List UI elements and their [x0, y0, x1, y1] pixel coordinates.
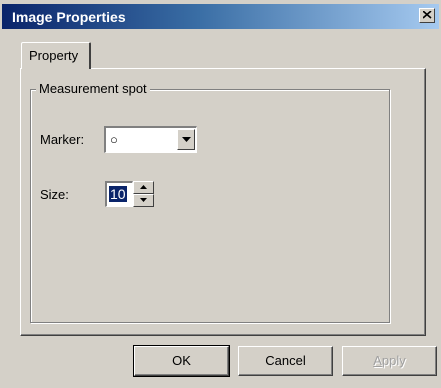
chevron-down-icon [182, 137, 191, 142]
ok-button[interactable]: OK [133, 345, 230, 377]
close-button[interactable] [419, 8, 435, 23]
arrow-down-icon [140, 198, 147, 202]
cancel-button[interactable]: Cancel [238, 346, 333, 376]
apply-button[interactable]: Apply [342, 346, 437, 376]
marker-label: Marker: [40, 132, 85, 147]
measurement-spot-group [30, 89, 390, 323]
group-label: Measurement spot [36, 81, 150, 96]
size-label: Size: [40, 187, 69, 202]
marker-value: ○ [110, 132, 118, 147]
close-icon [423, 11, 432, 19]
size-spin-up-button[interactable] [133, 181, 154, 194]
size-value: 10 [109, 186, 127, 202]
apply-accelerator: A [373, 353, 382, 368]
size-spin-down-button[interactable] [133, 194, 154, 207]
apply-button-label: pply [381, 353, 406, 368]
marker-dropdown-button[interactable] [177, 129, 195, 150]
image-properties-dialog: Image Properties Property Measurement sp… [0, 0, 441, 388]
arrow-up-icon [140, 185, 147, 189]
window-title: Image Properties [12, 9, 126, 25]
cancel-button-label: Cancel [265, 353, 306, 368]
ok-button-label: OK [172, 353, 191, 368]
marker-combobox[interactable]: ○ [104, 126, 197, 153]
tab-property[interactable]: Property [21, 42, 91, 69]
size-input[interactable]: 10 [105, 181, 133, 207]
tab-property-label: Property [29, 48, 79, 63]
title-bar[interactable]: Image Properties [2, 4, 439, 29]
